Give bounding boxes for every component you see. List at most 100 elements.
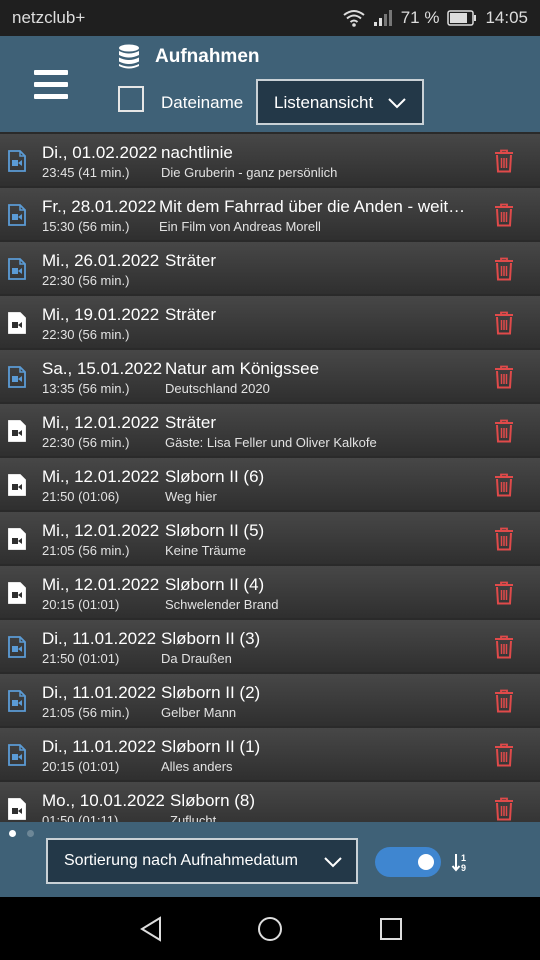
- recording-row[interactable]: Sa., 15.01.2022 Natur am Königssee 13:35…: [0, 350, 540, 402]
- video-file-icon: [8, 528, 26, 550]
- recording-date: Di., 11.01.2022: [42, 683, 157, 702]
- clock: 14:05: [485, 8, 528, 27]
- delete-icon[interactable]: [494, 635, 514, 659]
- recording-title: Natur am Königssee: [165, 359, 320, 378]
- sort-select-value: Sortierung nach Aufnahmedatum: [64, 852, 298, 869]
- recording-row[interactable]: Mi., 12.01.2022 Sløborn II (6) 21:50 (01…: [0, 458, 540, 510]
- video-file-icon: [8, 366, 26, 388]
- chevron-down-icon: [324, 857, 342, 868]
- recording-time: 22:30 (56 min.): [42, 435, 130, 450]
- delete-icon[interactable]: [494, 365, 514, 389]
- recording-row[interactable]: Mi., 19.01.2022 Sträter 22:30 (56 min.): [0, 296, 540, 348]
- recording-time: 15:30 (56 min.): [42, 219, 130, 234]
- recording-row[interactable]: Mi., 26.01.2022 Sträter 22:30 (56 min.): [0, 242, 540, 294]
- delete-icon[interactable]: [494, 473, 514, 497]
- recents-icon[interactable]: [379, 917, 403, 941]
- delete-icon[interactable]: [494, 257, 514, 281]
- recording-subtitle: Alles anders: [161, 759, 233, 774]
- recording-subtitle: Gäste: Lisa Feller und Oliver Kalkofe: [165, 435, 377, 450]
- sort-order-icon[interactable]: 1 9: [451, 852, 469, 872]
- recording-title: Sløborn II (6): [165, 467, 265, 486]
- system-nav-bar: [0, 897, 540, 960]
- recording-title: Sløborn II (1): [161, 737, 261, 756]
- recording-date: Mo., 10.01.2022: [42, 791, 165, 810]
- recording-date: Mi., 12.01.2022: [42, 413, 160, 432]
- recording-date: Sa., 15.01.2022: [42, 359, 163, 378]
- recording-time: 22:30 (56 min.): [42, 327, 130, 342]
- page-indicator-active: [9, 830, 16, 837]
- back-icon[interactable]: [139, 916, 163, 942]
- recording-date: Mi., 12.01.2022: [42, 467, 160, 486]
- recording-subtitle: Zuflucht: [170, 813, 217, 822]
- filename-checkbox[interactable]: [118, 86, 144, 112]
- recording-row[interactable]: Mi., 12.01.2022 Sløborn II (5) 21:05 (56…: [0, 512, 540, 564]
- recording-date: Di., 01.02.2022: [42, 143, 158, 162]
- recording-title: Sträter: [165, 305, 217, 324]
- video-file-icon: [8, 258, 26, 280]
- recording-time: 21:50 (01:01): [42, 651, 120, 666]
- view-select[interactable]: Listenansicht: [256, 79, 424, 125]
- recording-title: Sløborn (8): [170, 791, 256, 810]
- recording-time: 01:50 (01:11): [42, 813, 119, 822]
- delete-icon[interactable]: [494, 581, 514, 605]
- recording-time: 21:50 (01:06): [42, 489, 120, 504]
- delete-icon[interactable]: [494, 743, 514, 767]
- recording-title: nachtlinie: [161, 143, 233, 162]
- video-file-icon: [8, 582, 26, 604]
- recording-subtitle: Schwelender Brand: [165, 597, 279, 612]
- toggle-knob: [418, 854, 434, 870]
- database-icon: [119, 44, 139, 69]
- footer-bar: Sortierung nach Aufnahmedatum 1 9: [0, 822, 540, 897]
- video-file-icon: [8, 744, 26, 766]
- recording-time: 21:05 (56 min.): [42, 543, 130, 558]
- recording-row[interactable]: Di., 11.01.2022 Sløborn II (2) 21:05 (56…: [0, 674, 540, 726]
- app-header: Aufnahmen Dateiname Listenansicht: [0, 36, 540, 132]
- recordings-list[interactable]: Di., 01.02.2022 nachtlinie 23:45 (41 min…: [0, 134, 540, 822]
- recording-row[interactable]: Mi., 12.01.2022 Sträter 22:30 (56 min.) …: [0, 404, 540, 456]
- recording-title: Sløborn II (4): [165, 575, 265, 594]
- delete-icon[interactable]: [494, 689, 514, 713]
- recording-title: Sløborn II (3): [161, 629, 261, 648]
- recording-row[interactable]: Mo., 10.01.2022 Sløborn (8) 01:50 (01:11…: [0, 782, 540, 822]
- svg-text:1: 1: [461, 853, 466, 863]
- delete-icon[interactable]: [494, 311, 514, 335]
- status-bar: netzclub+ 71 % 14:05: [0, 0, 540, 36]
- page-title: Aufnahmen: [155, 46, 260, 67]
- battery-icon: [447, 10, 477, 26]
- recording-subtitle: Keine Träume: [165, 543, 246, 558]
- recording-row[interactable]: Di., 11.01.2022 Sløborn II (3) 21:50 (01…: [0, 620, 540, 672]
- recording-date: Mi., 12.01.2022: [42, 575, 160, 594]
- recording-row[interactable]: Mi., 12.01.2022 Sløborn II (4) 20:15 (01…: [0, 566, 540, 618]
- sort-order-toggle[interactable]: [375, 847, 441, 877]
- recording-title: Sträter: [165, 251, 217, 270]
- delete-icon[interactable]: [494, 797, 514, 821]
- delete-icon[interactable]: [494, 149, 514, 173]
- home-icon[interactable]: [257, 916, 283, 942]
- recording-subtitle: Da Draußen: [161, 651, 232, 666]
- recording-row[interactable]: Di., 01.02.2022 nachtlinie 23:45 (41 min…: [0, 134, 540, 186]
- status-right: 71 % 14:05: [343, 8, 528, 28]
- recording-time: 23:45 (41 min.): [42, 165, 130, 180]
- recording-time: 22:30 (56 min.): [42, 273, 130, 288]
- recording-date: Mi., 12.01.2022: [42, 521, 160, 540]
- recording-row[interactable]: Di., 11.01.2022 Sløborn II (1) 20:15 (01…: [0, 728, 540, 780]
- chevron-down-icon: [388, 98, 406, 109]
- delete-icon[interactable]: [494, 419, 514, 443]
- recording-time: 20:15 (01:01): [42, 759, 120, 774]
- sort-select[interactable]: Sortierung nach Aufnahmedatum: [46, 838, 358, 884]
- carrier-label: netzclub+: [12, 8, 86, 27]
- recording-subtitle: Deutschland 2020: [165, 381, 270, 396]
- delete-icon[interactable]: [494, 527, 514, 551]
- menu-icon[interactable]: [34, 70, 68, 100]
- svg-text:9: 9: [461, 863, 466, 872]
- video-file-icon: [8, 150, 26, 172]
- recording-row[interactable]: Fr., 28.01.2022 Mit dem Fahrrad über die…: [0, 188, 540, 240]
- recording-subtitle: Ein Film von Andreas Morell: [159, 219, 321, 234]
- delete-icon[interactable]: [494, 203, 514, 227]
- video-file-icon: [8, 690, 26, 712]
- video-file-icon: [8, 636, 26, 658]
- filename-checkbox-label: Dateiname: [161, 93, 244, 112]
- recording-subtitle: Gelber Mann: [161, 705, 237, 720]
- page-indicator: [27, 830, 34, 837]
- recording-date: Fr., 28.01.2022: [42, 197, 157, 216]
